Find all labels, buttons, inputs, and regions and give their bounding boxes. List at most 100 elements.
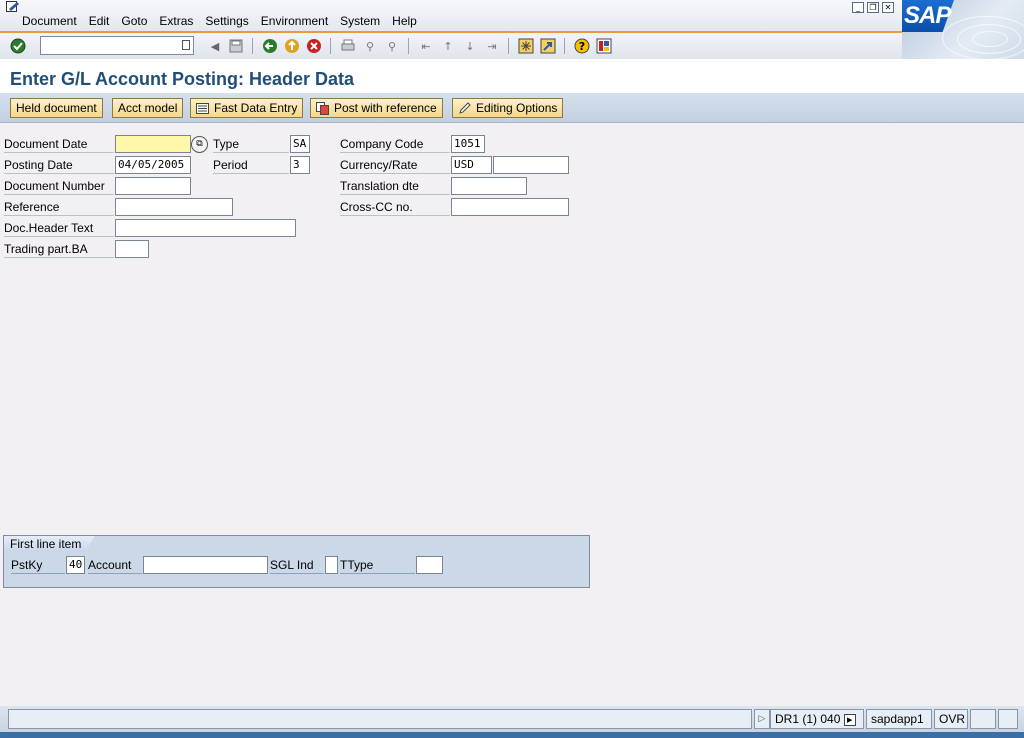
title-area: Enter G/L Account Posting: Header Data bbox=[0, 59, 1024, 93]
currency-field[interactable]: USD bbox=[451, 156, 492, 174]
window-controls: _ ❐ ✕ bbox=[852, 2, 894, 13]
first-line-item-title: First line item bbox=[3, 535, 95, 552]
input-mode[interactable]: OVR bbox=[934, 709, 968, 729]
held-document-button[interactable]: Held document bbox=[10, 98, 103, 118]
exit-icon[interactable] bbox=[284, 38, 300, 54]
account-field[interactable] bbox=[143, 556, 268, 574]
copy-document-icon bbox=[316, 101, 329, 115]
editing-options-button[interactable]: Editing Options bbox=[452, 98, 564, 118]
toolbar-separator bbox=[252, 38, 253, 54]
resize-grip-icon[interactable] bbox=[998, 709, 1018, 729]
shortcut-icon[interactable] bbox=[540, 38, 556, 54]
enter-icon[interactable] bbox=[10, 38, 26, 54]
editing-options-label: Editing Options bbox=[476, 101, 558, 115]
cross-cc-no-label: Cross-CC no. bbox=[340, 198, 450, 216]
command-field[interactable] bbox=[40, 36, 194, 55]
trading-part-ba-field[interactable] bbox=[115, 240, 149, 258]
type-field[interactable]: SA bbox=[290, 135, 310, 153]
held-document-label: Held document bbox=[16, 101, 97, 115]
translation-date-label: Translation dte bbox=[340, 177, 450, 195]
menu-options-icon[interactable] bbox=[6, 1, 20, 13]
ttype-label: TType bbox=[340, 556, 415, 574]
find-icon[interactable]: ⚲ bbox=[362, 38, 378, 54]
server-name: sapdapp1 bbox=[866, 709, 932, 729]
menu-help[interactable]: Help bbox=[392, 14, 417, 28]
exchange-rate-field[interactable] bbox=[493, 156, 569, 174]
pstky-field[interactable]: 40 bbox=[66, 556, 85, 574]
find-next-icon[interactable]: ⚲ bbox=[384, 38, 400, 54]
menu-document[interactable]: Document bbox=[22, 14, 77, 28]
expand-status-icon[interactable]: ▷ bbox=[754, 709, 770, 729]
previous-page-icon[interactable]: ↑ bbox=[440, 38, 456, 54]
sgl-ind-field[interactable] bbox=[325, 556, 338, 574]
menu-goto[interactable]: Goto bbox=[121, 14, 147, 28]
toolbar-separator bbox=[508, 38, 509, 54]
menu-settings[interactable]: Settings bbox=[205, 14, 248, 28]
menu-system[interactable]: System bbox=[340, 14, 380, 28]
posting-date-field[interactable]: 04/05/2005 bbox=[115, 156, 191, 174]
acct-model-button[interactable]: Acct model bbox=[112, 98, 184, 118]
document-date-field[interactable] bbox=[115, 135, 191, 153]
system-info-text: DR1 (1) 040 bbox=[775, 712, 841, 726]
ttype-field[interactable] bbox=[416, 556, 443, 574]
fast-data-entry-label: Fast Data Entry bbox=[214, 101, 298, 115]
menu-edit[interactable]: Edit bbox=[89, 14, 110, 28]
minimize-icon[interactable]: _ bbox=[852, 2, 864, 13]
menu-extras[interactable]: Extras bbox=[159, 14, 193, 28]
last-page-icon[interactable]: ⇥ bbox=[484, 38, 500, 54]
posting-date-label: Posting Date bbox=[4, 156, 114, 174]
company-code-label: Company Code bbox=[340, 135, 450, 153]
status-bar: ▷ DR1 (1) 040 ▶ sapdapp1 OVR bbox=[0, 706, 1024, 732]
command-input[interactable] bbox=[41, 37, 177, 54]
period-field[interactable]: 3 bbox=[290, 156, 310, 174]
system-info: DR1 (1) 040 ▶ bbox=[770, 709, 864, 729]
application-toolbar: Held document Acct model Fast Data Entry… bbox=[0, 93, 1024, 123]
back-icon[interactable] bbox=[262, 38, 278, 54]
command-history-icon[interactable] bbox=[182, 40, 190, 50]
reference-label: Reference bbox=[4, 198, 114, 216]
type-label: Type bbox=[213, 135, 289, 153]
status-message-area bbox=[8, 709, 752, 729]
account-label: Account bbox=[88, 556, 142, 574]
doc-header-text-field[interactable] bbox=[115, 219, 296, 237]
fast-data-entry-button[interactable]: Fast Data Entry bbox=[190, 98, 304, 118]
restore-icon[interactable]: ❐ bbox=[867, 2, 879, 13]
first-page-icon[interactable]: ⇤ bbox=[418, 38, 434, 54]
currency-rate-label: Currency/Rate bbox=[340, 156, 450, 174]
document-date-label: Document Date bbox=[4, 135, 114, 153]
page-title: Enter G/L Account Posting: Header Data bbox=[10, 69, 355, 89]
cancel-icon[interactable] bbox=[306, 38, 322, 54]
pencil-icon bbox=[459, 101, 471, 114]
print-icon[interactable] bbox=[340, 38, 356, 54]
save-icon[interactable] bbox=[228, 38, 244, 54]
document-number-field[interactable] bbox=[115, 177, 191, 195]
help-icon[interactable]: ? bbox=[574, 38, 590, 54]
reference-field[interactable] bbox=[115, 198, 233, 216]
post-with-reference-button[interactable]: Post with reference bbox=[310, 98, 443, 118]
toolbar-separator bbox=[330, 38, 331, 54]
previous-icon[interactable]: ◀ bbox=[207, 38, 223, 54]
trading-part-ba-label: Trading part.BA bbox=[4, 240, 114, 258]
document-number-label: Document Number bbox=[4, 177, 114, 195]
calendar-help-icon[interactable]: ⧉ bbox=[191, 136, 208, 153]
fast-data-entry-icon bbox=[196, 102, 209, 114]
sap-logo-text: SAP bbox=[904, 2, 951, 29]
bottom-border bbox=[0, 732, 1024, 738]
svg-text:?: ? bbox=[579, 40, 585, 53]
toolbar-separator bbox=[408, 38, 409, 54]
cross-cc-no-field[interactable] bbox=[451, 198, 569, 216]
period-label: Period bbox=[213, 156, 289, 174]
next-page-icon[interactable]: ↓ bbox=[462, 38, 478, 54]
sgl-ind-label: SGL Ind bbox=[270, 556, 324, 574]
company-code-field[interactable]: 1051 bbox=[451, 135, 485, 153]
menu-bar: Document Edit Goto Extras Settings Envir… bbox=[0, 0, 1024, 31]
close-icon[interactable]: ✕ bbox=[882, 2, 894, 13]
menu-environment[interactable]: Environment bbox=[261, 14, 328, 28]
translation-date-field[interactable] bbox=[451, 177, 527, 195]
customize-layout-icon[interactable] bbox=[596, 38, 612, 54]
create-session-icon[interactable] bbox=[518, 38, 534, 54]
status-empty-cell bbox=[970, 709, 996, 729]
menu-items: Document Edit Goto Extras Settings Envir… bbox=[22, 14, 429, 28]
system-info-dropdown-icon[interactable]: ▶ bbox=[843, 713, 856, 726]
doc-header-text-label: Doc.Header Text bbox=[4, 219, 114, 237]
